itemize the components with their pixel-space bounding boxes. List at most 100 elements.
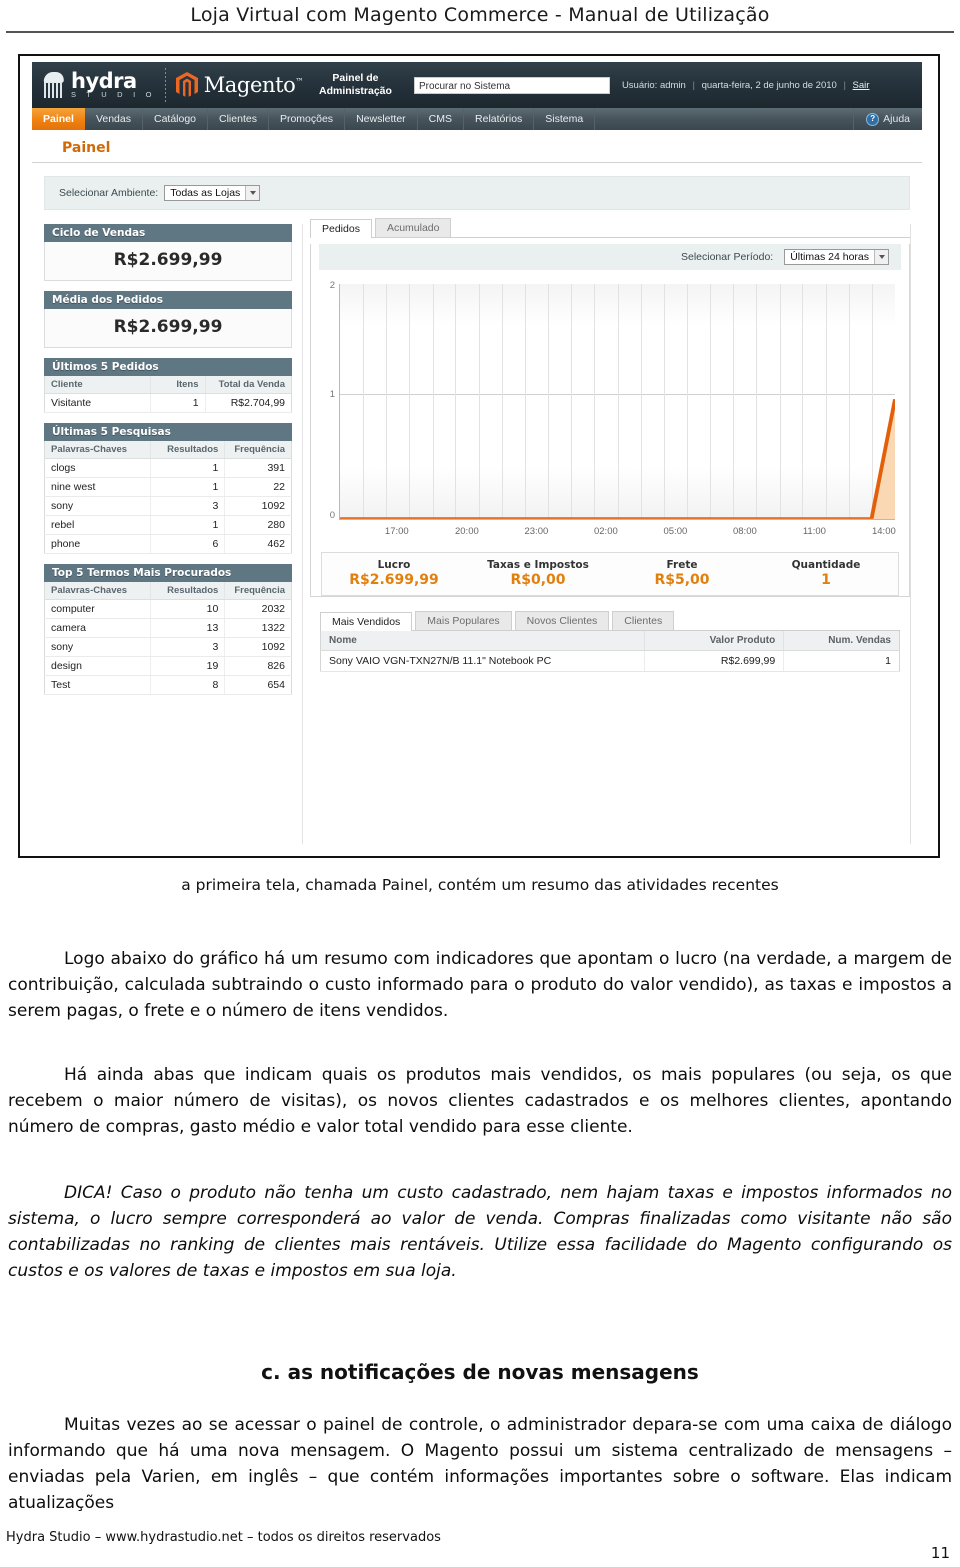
cell-term: sony [44,637,152,657]
table-row[interactable]: computer 10 2032 [44,599,292,619]
logout-link[interactable]: Sair [853,80,870,91]
nav-item-painel[interactable]: Painel [32,108,85,130]
y-tick-2: 2 [329,280,335,291]
chevron-down-icon [874,250,888,264]
tab-mais-populares[interactable]: Mais Populares [415,611,512,630]
tab-mais-vendidos[interactable]: Mais Vendidos [320,612,413,631]
tab-acumulado[interactable]: Acumulado [374,218,452,237]
period-selector-bar: Selecionar Período: Últimas 24 horas [319,244,901,270]
table-row[interactable]: sony 3 1092 [44,637,292,657]
kpi-taxas-value: R$0,00 [510,572,566,588]
x-tick-0200: 02:00 [593,526,618,537]
nav-item-promocoes[interactable]: Promoções [269,108,346,130]
cell-hits: 826 [224,656,292,676]
cell-hits: 22 [224,477,292,497]
x-tick-1400: 14:00 [871,526,896,537]
kpi-quantidade-value: 1 [821,572,831,588]
cell-cliente: Visitante [44,393,152,413]
col-itens: Itens [150,376,206,394]
cell-hits: 1322 [224,618,292,638]
chevron-down-icon [245,186,260,200]
table-row[interactable]: Sony VAIO VGN-TXN27N/B 11.1" Notebook PC… [320,650,900,672]
hydra-studio-subtext: S T U D I O [71,90,156,100]
page-title: Painel [62,140,111,156]
last-searches-block: Últimas 5 Pesquisas Palavras-Chaves Resu… [44,423,292,554]
tab-novos-clientes[interactable]: Novos Clientes [514,611,610,630]
hydra-logo: hydra S T U D I O [41,71,156,99]
tab-clientes[interactable]: Clientes [612,611,675,630]
store-switcher-select[interactable]: Todas as Lojas [164,185,261,201]
paragraph-2: Há ainda abas que indicam quais os produ… [8,1065,952,1137]
table-row[interactable]: Visitante 1 R$2.704,99 [44,393,292,413]
magento-wordmark: Magento™ [203,73,304,97]
cell-term: Test [44,675,152,695]
chart-tabs: Pedidos Acumulado [310,218,910,238]
x-tick-1700: 17:00 [384,526,409,537]
nav-item-relatorios[interactable]: Relatórios [464,108,535,130]
global-search-input[interactable]: Procurar no Sistema [413,76,610,94]
screenshot-frame: hydra S T U D I O Magento™ Painel de Adm… [18,54,940,858]
column-divider [302,224,303,844]
cell-hits: 1092 [224,496,292,516]
figure-caption: a primeira tela, chamada Painel, contém … [181,876,779,894]
average-orders-title: Média dos Pedidos [44,291,292,309]
table-row[interactable]: nine west 1 22 [44,477,292,497]
average-orders-body: R$2.699,99 [44,309,292,348]
last-orders-block: Últimos 5 Pedidos Cliente Itens Total da… [44,358,292,413]
cell-vendas: 1 [783,650,900,672]
cell-hits: 391 [224,458,292,478]
kpi-lucro-label: Lucro [377,559,411,571]
paragraph-3-tip: DICA! Caso o produto não tenha um custo … [8,1183,952,1281]
cell-valor: R$2.699,99 [644,650,785,672]
col-frequencia: Frequência [224,441,292,459]
nav-item-newsletter[interactable]: Newsletter [345,108,418,130]
admin-panel-subtitle: Painel de Administração [319,72,392,98]
table-row[interactable]: rebel 1 280 [44,515,292,535]
help-link[interactable]: ? Ajuda [854,108,922,130]
user-session-info: Usuário: admin | quarta-feira, 2 de junh… [622,80,870,91]
table-row[interactable]: phone 6 462 [44,534,292,554]
cell-results: 10 [150,599,226,619]
nav-item-cms[interactable]: CMS [418,108,465,130]
period-select[interactable]: Últimas 24 horas [784,249,889,265]
cell-term: clogs [44,458,152,478]
cell-results: 13 [150,618,226,638]
help-label: Ajuda [883,113,910,125]
table-row[interactable]: design 19 826 [44,656,292,676]
nav-item-vendas[interactable]: Vendas [85,108,143,130]
cell-results: 1 [150,458,226,478]
cell-total: R$2.704,99 [205,393,292,413]
col-nome: Nome [320,631,646,651]
col-resultados: Resultados [150,441,226,459]
table-header-row: Palavras-Chaves Resultados Frequência [44,582,292,600]
nav-item-catalogo[interactable]: Catálogo [143,108,209,130]
dashboard-main: Pedidos Acumulado Selecionar Período: Úl… [310,218,910,672]
nav-item-sistema[interactable]: Sistema [534,108,596,130]
table-header-row: Palavras-Chaves Resultados Frequência [44,441,292,459]
cell-term: sony [44,496,152,516]
table-row[interactable]: Test 8 654 [44,675,292,695]
cell-term: phone [44,534,152,554]
cell-term: design [44,656,152,676]
table-header-row: Nome Valor Produto Num. Vendas [320,631,900,651]
nav-item-clientes[interactable]: Clientes [208,108,269,130]
col-resultados: Resultados [150,582,226,600]
col-num-vendas: Num. Vendas [783,631,900,651]
table-row[interactable]: camera 13 1322 [44,618,292,638]
hydra-jellyfish-icon [41,71,67,99]
table-row[interactable]: sony 3 1092 [44,496,292,516]
main-navigation: Painel Vendas Catálogo Clientes Promoçõe… [32,108,922,130]
tab-pedidos[interactable]: Pedidos [310,219,372,238]
magento-logo[interactable]: Magento™ [175,72,303,98]
table-row[interactable]: clogs 1 391 [44,458,292,478]
cell-results: 19 [150,656,226,676]
kpi-lucro: Lucro R$2.699,99 [322,559,466,588]
orders-chart: 2 1 0 17:00 20:00 23:00 02:00 05:00 08:0… [321,276,899,546]
y-tick-1: 1 [329,389,335,400]
x-tick-0500: 05:00 [663,526,688,537]
average-orders-value: R$2.699,99 [113,317,223,337]
document-header: Loja Virtual com Magento Commerce - Manu… [0,0,960,33]
average-orders-block: Média dos Pedidos R$2.699,99 [44,291,292,348]
table-header-row: Cliente Itens Total da Venda [44,376,292,394]
cell-hits: 1092 [224,637,292,657]
